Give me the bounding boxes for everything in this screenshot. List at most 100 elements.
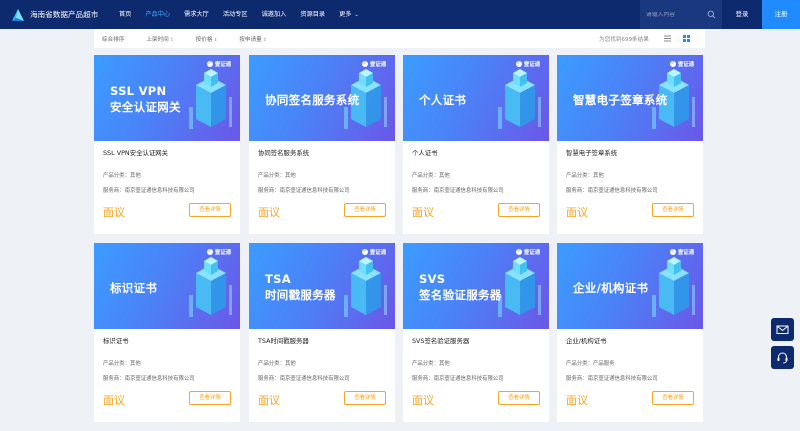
view-details-button[interactable]: 查看详情 <box>498 203 540 217</box>
site-title: 海南省数据产品超市 <box>30 10 99 19</box>
product-card[interactable]: ✓ 壹证通 TSA 时间戳服务器 TSA时间戳服务器 产品分类：其他 服务商：南… <box>249 243 395 422</box>
sort-price[interactable]: 按价格⇕ <box>196 35 218 43</box>
product-banner: ✓ 壹证通 企业/机构证书 <box>557 243 703 329</box>
product-category: 产品分类：其他 <box>258 359 296 367</box>
product-card[interactable]: ✓ 壹证通 SVS 签名验证服务器 SVS签名验证服务器 产品分类：其他 服务商… <box>403 243 549 422</box>
main-nav: 首页 产品中心 需求大厅 活动专区 诚邀加入 资源目录 更多 ⌄ <box>112 0 366 29</box>
chevron-down-icon: ⌄ <box>354 12 359 18</box>
mail-icon <box>776 325 789 334</box>
search-icon[interactable] <box>707 10 716 19</box>
support-button[interactable] <box>771 346 794 369</box>
product-title[interactable]: 标识证书 <box>103 336 129 345</box>
cube-illustration-icon <box>341 255 391 325</box>
search-input[interactable] <box>646 11 708 18</box>
view-details-button[interactable]: 查看详情 <box>344 391 386 405</box>
provider-value: 南京壹证通信息科技有限公司 <box>587 376 658 382</box>
product-card[interactable]: ✓ 壹证通 SSL VPN 安全认证网关 SSL VPN安全认证网关 产品分类：… <box>94 55 240 234</box>
provider-value: 南京壹证通信息科技有限公司 <box>433 188 504 194</box>
view-details-button[interactable]: 查看详情 <box>189 203 231 217</box>
product-card[interactable]: ✓ 壹证通 协同签名服务系统 协同签名服务系统 产品分类：其他 服务商：南京壹证… <box>249 55 395 234</box>
nav-item-3[interactable]: 活动专区 <box>216 0 255 29</box>
product-provider: 服务商：南京壹证通信息科技有限公司 <box>258 374 350 382</box>
provider-value: 南京壹证通信息科技有限公司 <box>279 188 350 194</box>
product-title[interactable]: 协同签名服务系统 <box>258 148 309 157</box>
product-category: 产品分类：其他 <box>566 171 604 179</box>
provider-label: 服务商： <box>103 376 125 382</box>
message-button[interactable] <box>771 318 794 341</box>
product-card[interactable]: ✓ 壹证通 智慧电子签章系统 智慧电子签章系统 产品分类：其他 服务商：南京壹证… <box>557 55 703 234</box>
product-title[interactable]: 企业/机构证书 <box>566 336 607 345</box>
view-details-button[interactable]: 查看详情 <box>652 203 694 217</box>
category-value: 其他 <box>592 173 604 179</box>
product-banner: ✓ 壹证通 SVS 签名验证服务器 <box>403 243 549 329</box>
cube-illustration-icon <box>186 67 236 137</box>
sort-label: 上架时间 <box>146 36 169 43</box>
grid-view-icon[interactable] <box>682 34 691 43</box>
register-button[interactable]: 注册 <box>762 0 800 29</box>
sort-time[interactable]: 上架时间⇕ <box>146 35 173 43</box>
sort-arrows-icon: ⇕ <box>169 37 174 43</box>
nav-label: 产品中心 <box>145 11 171 18</box>
search-box <box>640 0 722 29</box>
nav-item-4[interactable]: 诚邀加入 <box>255 0 294 29</box>
cube-illustration-icon <box>495 67 545 137</box>
category-value: 其他 <box>438 173 450 179</box>
nav-item-2[interactable]: 需求大厅 <box>177 0 216 29</box>
list-view-icon[interactable] <box>663 34 672 43</box>
banner-subtitle: 签名验证服务器 <box>419 288 502 302</box>
nav-label: 活动专区 <box>222 11 248 18</box>
nav-item-1[interactable]: 产品中心 <box>138 0 177 29</box>
product-title[interactable]: TSA时间戳服务器 <box>258 336 309 345</box>
cube-illustration-icon <box>186 255 236 325</box>
category-label: 产品分类： <box>103 361 130 367</box>
product-card[interactable]: ✓ 壹证通 标识证书 标识证书 产品分类：其他 服务商：南京壹证通信息科技有限公… <box>94 243 240 422</box>
top-header: 海南省数据产品超市 首页 产品中心 需求大厅 活动专区 诚邀加入资源目录更多⌄ 登录 注… <box>0 0 800 29</box>
product-provider: 服务商：南京壹证通信息科技有限公司 <box>412 374 504 382</box>
nav-item-0[interactable]: 首页 <box>112 0 138 29</box>
provider-value: 南京壹证通信息科技有限公司 <box>433 376 504 382</box>
banner-subtitle: 时间戳服务器 <box>265 288 336 302</box>
login-button[interactable]: 登录 <box>722 0 762 29</box>
sort-label: 按申请量 <box>239 36 262 43</box>
banner-title: 智慧电子签章系统 <box>573 93 668 107</box>
nav-item-5[interactable]: 资源目录 <box>293 0 332 29</box>
category-label: 产品分类： <box>566 361 593 367</box>
view-details-button[interactable]: 查看详情 <box>344 203 386 217</box>
site-logo[interactable]: 海南省数据产品超市 <box>10 7 105 23</box>
category-label: 产品分类： <box>258 361 285 367</box>
product-card[interactable]: ✓ 壹证通 企业/机构证书 企业/机构证书 产品分类：产品服务 服务商：南京壹证… <box>557 243 703 422</box>
nav-label: 首页 <box>119 11 132 18</box>
product-provider: 服务商：南京壹证通信息科技有限公司 <box>566 374 658 382</box>
sort-bar: 综合排序 上架时间⇕ 按价格⇕ 按申请量⇕ 为您找到699条结果 <box>94 29 705 48</box>
product-category: 产品分类：其他 <box>103 359 141 367</box>
nav-label: 诚邀加入 <box>261 11 287 18</box>
provider-label: 服务商： <box>566 376 588 382</box>
provider-label: 服务商： <box>412 188 434 194</box>
sort-applications[interactable]: 按申请量⇕ <box>239 35 266 43</box>
view-details-button[interactable]: 查看详情 <box>498 391 540 405</box>
sort-label: 综合排序 <box>102 36 125 43</box>
cube-illustration-icon <box>495 255 545 325</box>
banner-title: 标识证书 <box>110 281 158 295</box>
banner-title: 个人证书 <box>419 93 467 107</box>
product-provider: 服务商：南京壹证通信息科技有限公司 <box>566 186 658 194</box>
product-title[interactable]: SSL VPN安全认证网关 <box>103 148 168 157</box>
provider-value: 南京壹证通信息科技有限公司 <box>124 376 195 382</box>
product-title[interactable]: 个人证书 <box>412 148 438 157</box>
category-value: 其他 <box>438 361 450 367</box>
view-details-button[interactable]: 查看详情 <box>652 391 694 405</box>
product-price: 面议 <box>566 394 588 407</box>
provider-value: 南京壹证通信息科技有限公司 <box>587 188 658 194</box>
product-banner: ✓ 壹证通 TSA 时间戳服务器 <box>249 243 395 329</box>
view-details-button[interactable]: 查看详情 <box>189 391 231 405</box>
product-card[interactable]: ✓ 壹证通 个人证书 个人证书 产品分类：其他 服务商：南京壹证通信息科技有限公… <box>403 55 549 234</box>
sort-label: 按价格 <box>195 36 213 43</box>
provider-value: 南京壹证通信息科技有限公司 <box>279 376 350 382</box>
nav-label: 需求大厅 <box>184 11 209 18</box>
product-title[interactable]: 智慧电子签章系统 <box>566 148 617 157</box>
nav-item-6[interactable]: 更多 ⌄ <box>332 0 366 29</box>
product-title[interactable]: SVS签名验证服务器 <box>412 336 469 345</box>
category-value: 产品服务 <box>592 361 615 367</box>
sort-comprehensive[interactable]: 综合排序 <box>102 35 124 43</box>
product-provider: 服务商：南京壹证通信息科技有限公司 <box>258 186 350 194</box>
